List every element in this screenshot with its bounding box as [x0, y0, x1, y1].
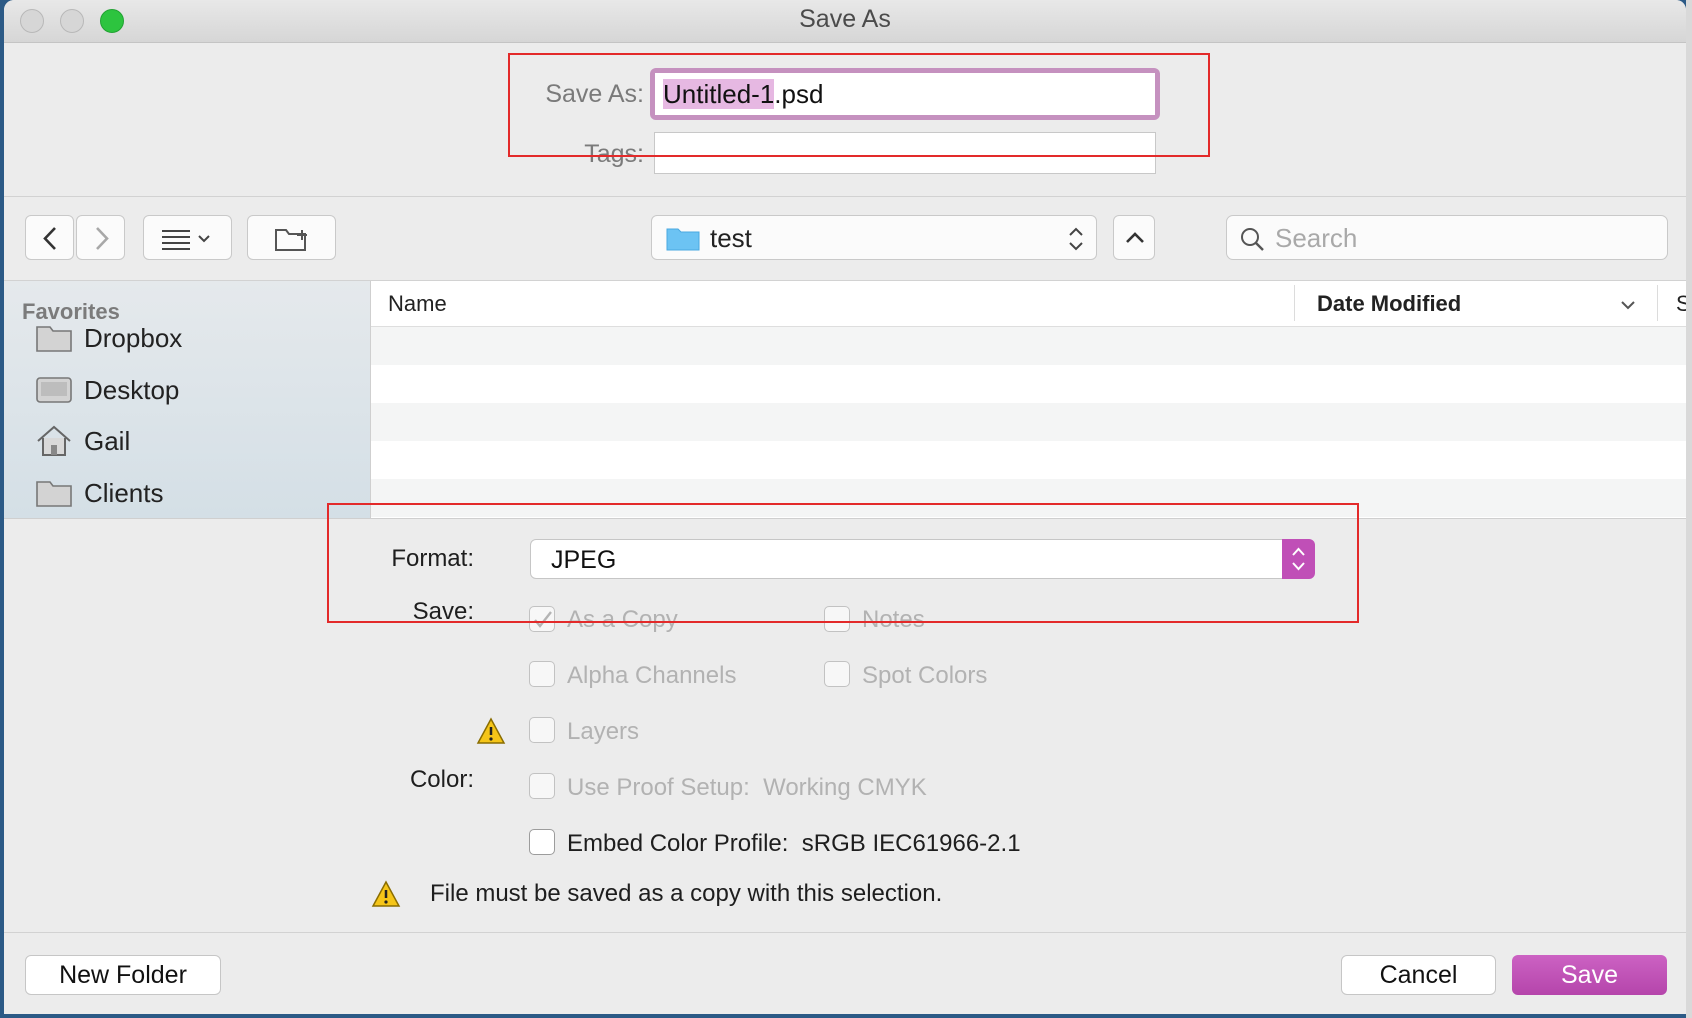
location-label: test	[710, 223, 752, 253]
column-header-bar	[371, 281, 1686, 327]
back-button[interactable]	[25, 215, 74, 260]
save-as-dialog: Save As Save As: Untitled-1.psd Tags: te…	[4, 0, 1686, 1014]
use-proof-setup-label: Use Proof Setup: Working CMYK	[567, 774, 927, 801]
up-down-arrows-icon	[1069, 227, 1083, 251]
sort-descending-icon	[1621, 301, 1635, 310]
layers-label: Layers	[567, 718, 640, 745]
location-popup[interactable]: test	[651, 215, 1097, 260]
folder-icon	[36, 326, 72, 352]
color-label: Color:	[409, 766, 474, 793]
sidebar-item-label: Clients	[84, 477, 164, 508]
divider	[4, 196, 1686, 197]
desktop-icon	[36, 377, 72, 403]
new-folder-button[interactable]: New Folder	[25, 955, 221, 995]
parent-folder-button[interactable]	[1113, 215, 1155, 260]
folder-icon	[36, 481, 72, 507]
warning-icon	[476, 717, 506, 744]
sidebar-item-label: Desktop	[84, 374, 180, 405]
column-header-date-modified[interactable]: Date Modified	[1317, 291, 1461, 317]
chevron-up-icon	[1126, 232, 1144, 243]
view-options-button[interactable]	[143, 215, 232, 260]
sidebar-item-desktop[interactable]: Desktop	[34, 368, 179, 412]
background-window-edge	[1686, 0, 1692, 1018]
sidebar-item-clients[interactable]: Clients	[34, 471, 163, 515]
forward-button[interactable]	[76, 215, 125, 260]
cancel-button[interactable]: Cancel	[1341, 955, 1496, 995]
copy-warning-message: File must be saved as a copy with this s…	[430, 880, 943, 907]
warning-icon	[371, 880, 401, 907]
list-row	[371, 327, 1686, 365]
spot-colors-label: Spot Colors	[862, 662, 988, 689]
window-title: Save As	[799, 5, 891, 33]
new-folder-icon	[275, 229, 307, 251]
alpha-channels-label: Alpha Channels	[567, 662, 737, 689]
sidebar-item-label: Dropbox	[84, 322, 183, 353]
use-proof-setup-checkbox[interactable]	[529, 773, 555, 799]
alpha-channels-checkbox[interactable]	[529, 661, 555, 687]
column-divider	[1657, 285, 1658, 321]
title-bar: Save As	[4, 0, 1686, 43]
search-field[interactable]: Search	[1226, 215, 1668, 260]
embed-color-profile-label: Embed Color Profile: sRGB IEC61966-2.1	[567, 830, 1021, 857]
save-button[interactable]: Save	[1512, 955, 1667, 995]
folder-icon	[666, 228, 700, 251]
list-row	[371, 441, 1686, 479]
search-placeholder: Search	[1275, 223, 1358, 253]
column-header-size[interactable]: S	[1676, 291, 1686, 317]
list-row	[371, 403, 1686, 441]
annotation-box-format	[327, 503, 1359, 623]
search-icon	[1241, 228, 1264, 251]
sidebar-item-label: Gail	[84, 425, 131, 456]
sidebar-item-gail[interactable]: Gail	[34, 419, 130, 463]
new-folder-toolbar-button[interactable]	[247, 215, 336, 260]
layers-checkbox[interactable]	[529, 717, 555, 743]
list-view-icon	[162, 230, 210, 250]
column-divider	[1294, 285, 1295, 321]
sidebar: Favorites Dropbox Desktop Gail Clients	[4, 281, 371, 518]
file-list[interactable]: Name Date Modified S	[371, 281, 1686, 518]
divider	[4, 932, 1686, 933]
spot-colors-checkbox[interactable]	[824, 661, 850, 687]
annotation-box-filename	[508, 53, 1210, 157]
embed-color-profile-checkbox[interactable]	[529, 829, 555, 855]
list-row	[371, 365, 1686, 403]
chevron-left-icon	[43, 227, 56, 250]
sidebar-item-dropbox[interactable]: Dropbox	[34, 316, 182, 360]
home-icon	[37, 425, 71, 456]
column-header-name[interactable]: Name	[388, 291, 447, 317]
chevron-right-icon	[96, 227, 109, 250]
